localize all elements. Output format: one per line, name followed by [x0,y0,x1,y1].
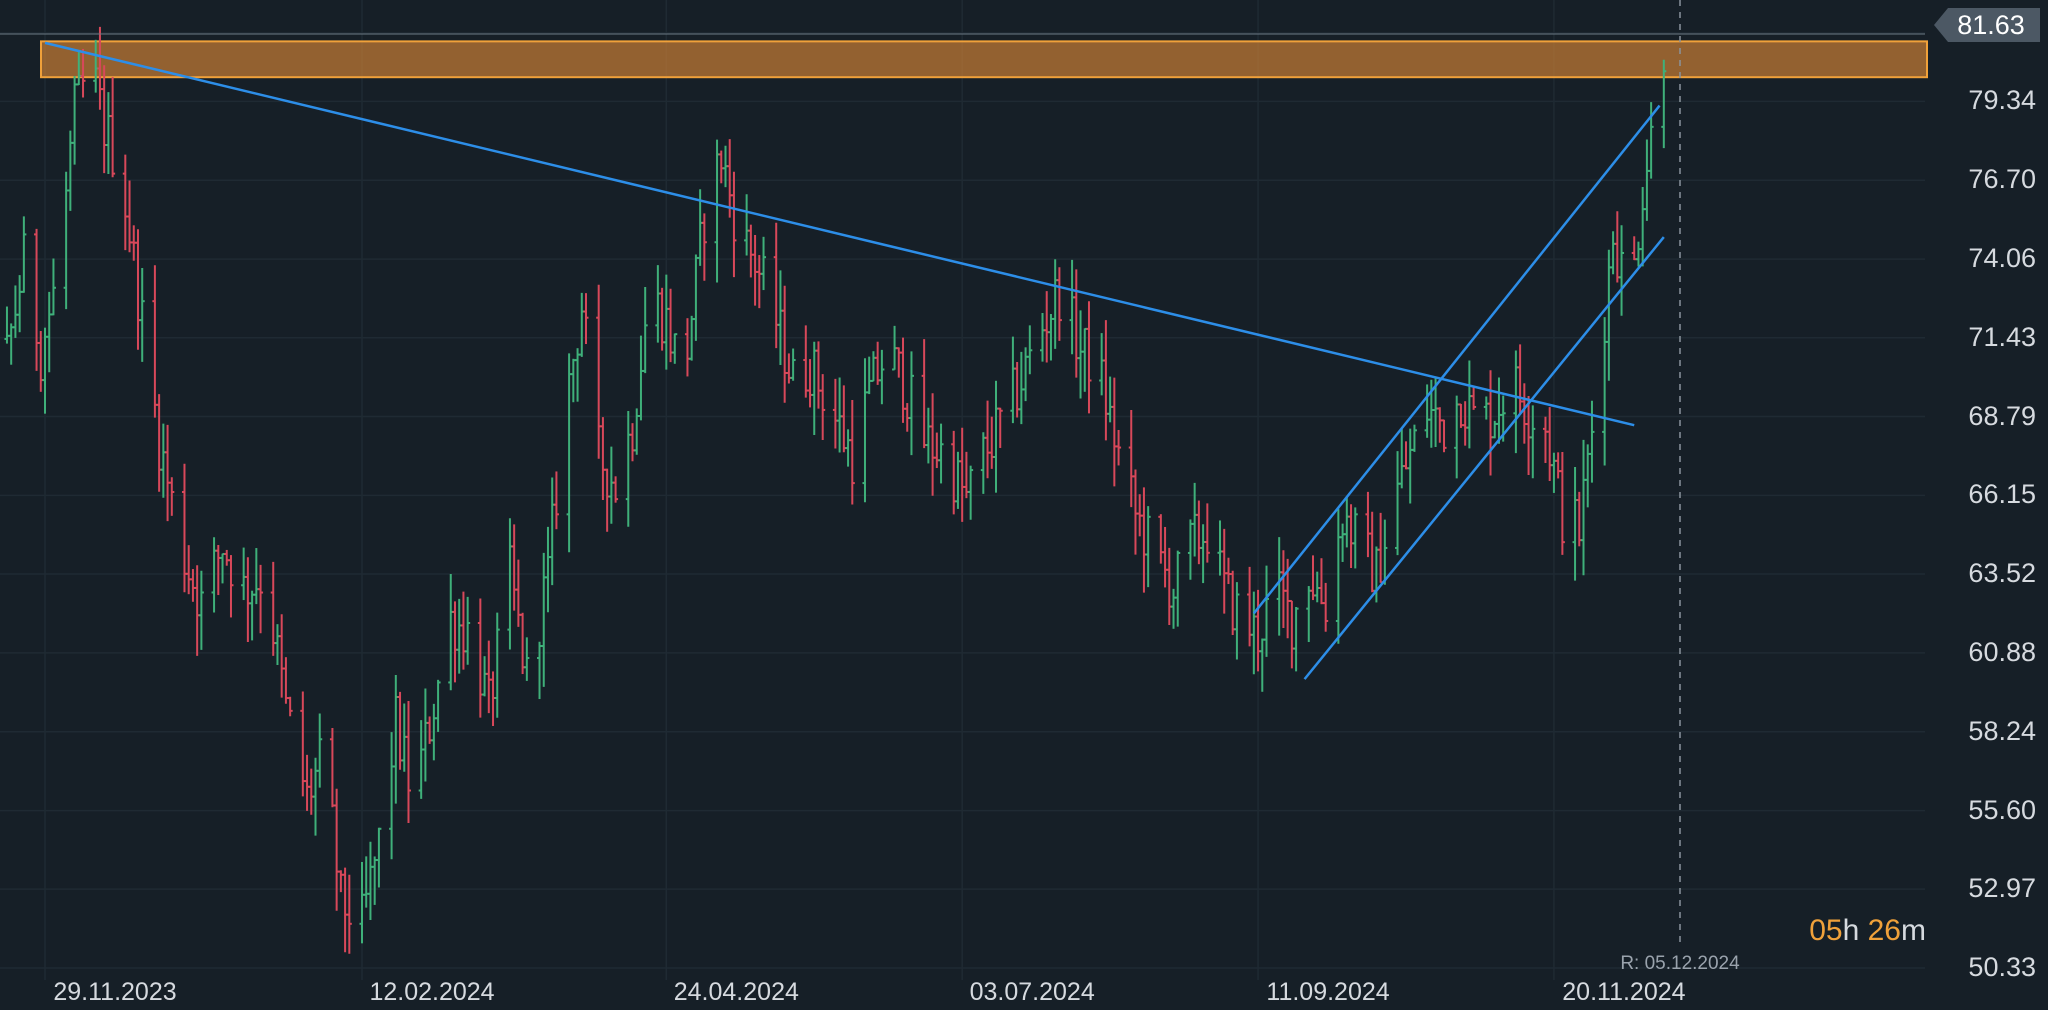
last-price-value: 81.63 [1957,9,2025,40]
y-tick-label: 50.33 [1968,952,2036,982]
y-tick-label: 58.24 [1968,715,2036,746]
y-tick-label: 68.79 [1968,400,2036,431]
last-price-tag: 81.63 [1934,8,2040,42]
bar-countdown: 05h 26m [1809,914,1926,948]
price-chart[interactable] [0,0,2048,1010]
x-tick-label: 29.11.2023 [53,978,177,1006]
countdown-minutes-unit: m [1901,914,1926,947]
countdown-hours: 05 [1809,914,1843,947]
x-tick-label: 12.02.2024 [369,978,495,1006]
y-tick-label: 55.60 [1968,794,2036,825]
x-tick-label: 11.09.2024 [1266,978,1390,1006]
countdown-hours-unit: h [1842,914,1860,947]
y-tick-label: 79.34 [1968,85,2036,116]
crosshair-date-label: R: 05.12.2024 [1620,953,1740,974]
chart-background [0,0,2048,1010]
y-tick-label: 52.97 [1968,873,2036,904]
resistance-zone[interactable] [40,40,1928,79]
y-tick-label: 74.06 [1968,243,2036,274]
resistance-zone-rect[interactable] [40,40,1928,79]
x-tick-label: 20.11.2024 [1562,978,1686,1006]
x-tick-label: 03.07.2024 [969,978,1095,1006]
y-tick-label: 60.88 [1968,636,2036,667]
y-tick-label: 76.70 [1968,164,2036,195]
x-tick-label: 24.04.2024 [673,978,799,1006]
countdown-minutes: 26 [1867,914,1901,947]
y-tick-label: 66.15 [1968,479,2036,510]
y-tick-label: 63.52 [1968,557,2036,588]
y-tick-label: 71.43 [1968,321,2036,352]
